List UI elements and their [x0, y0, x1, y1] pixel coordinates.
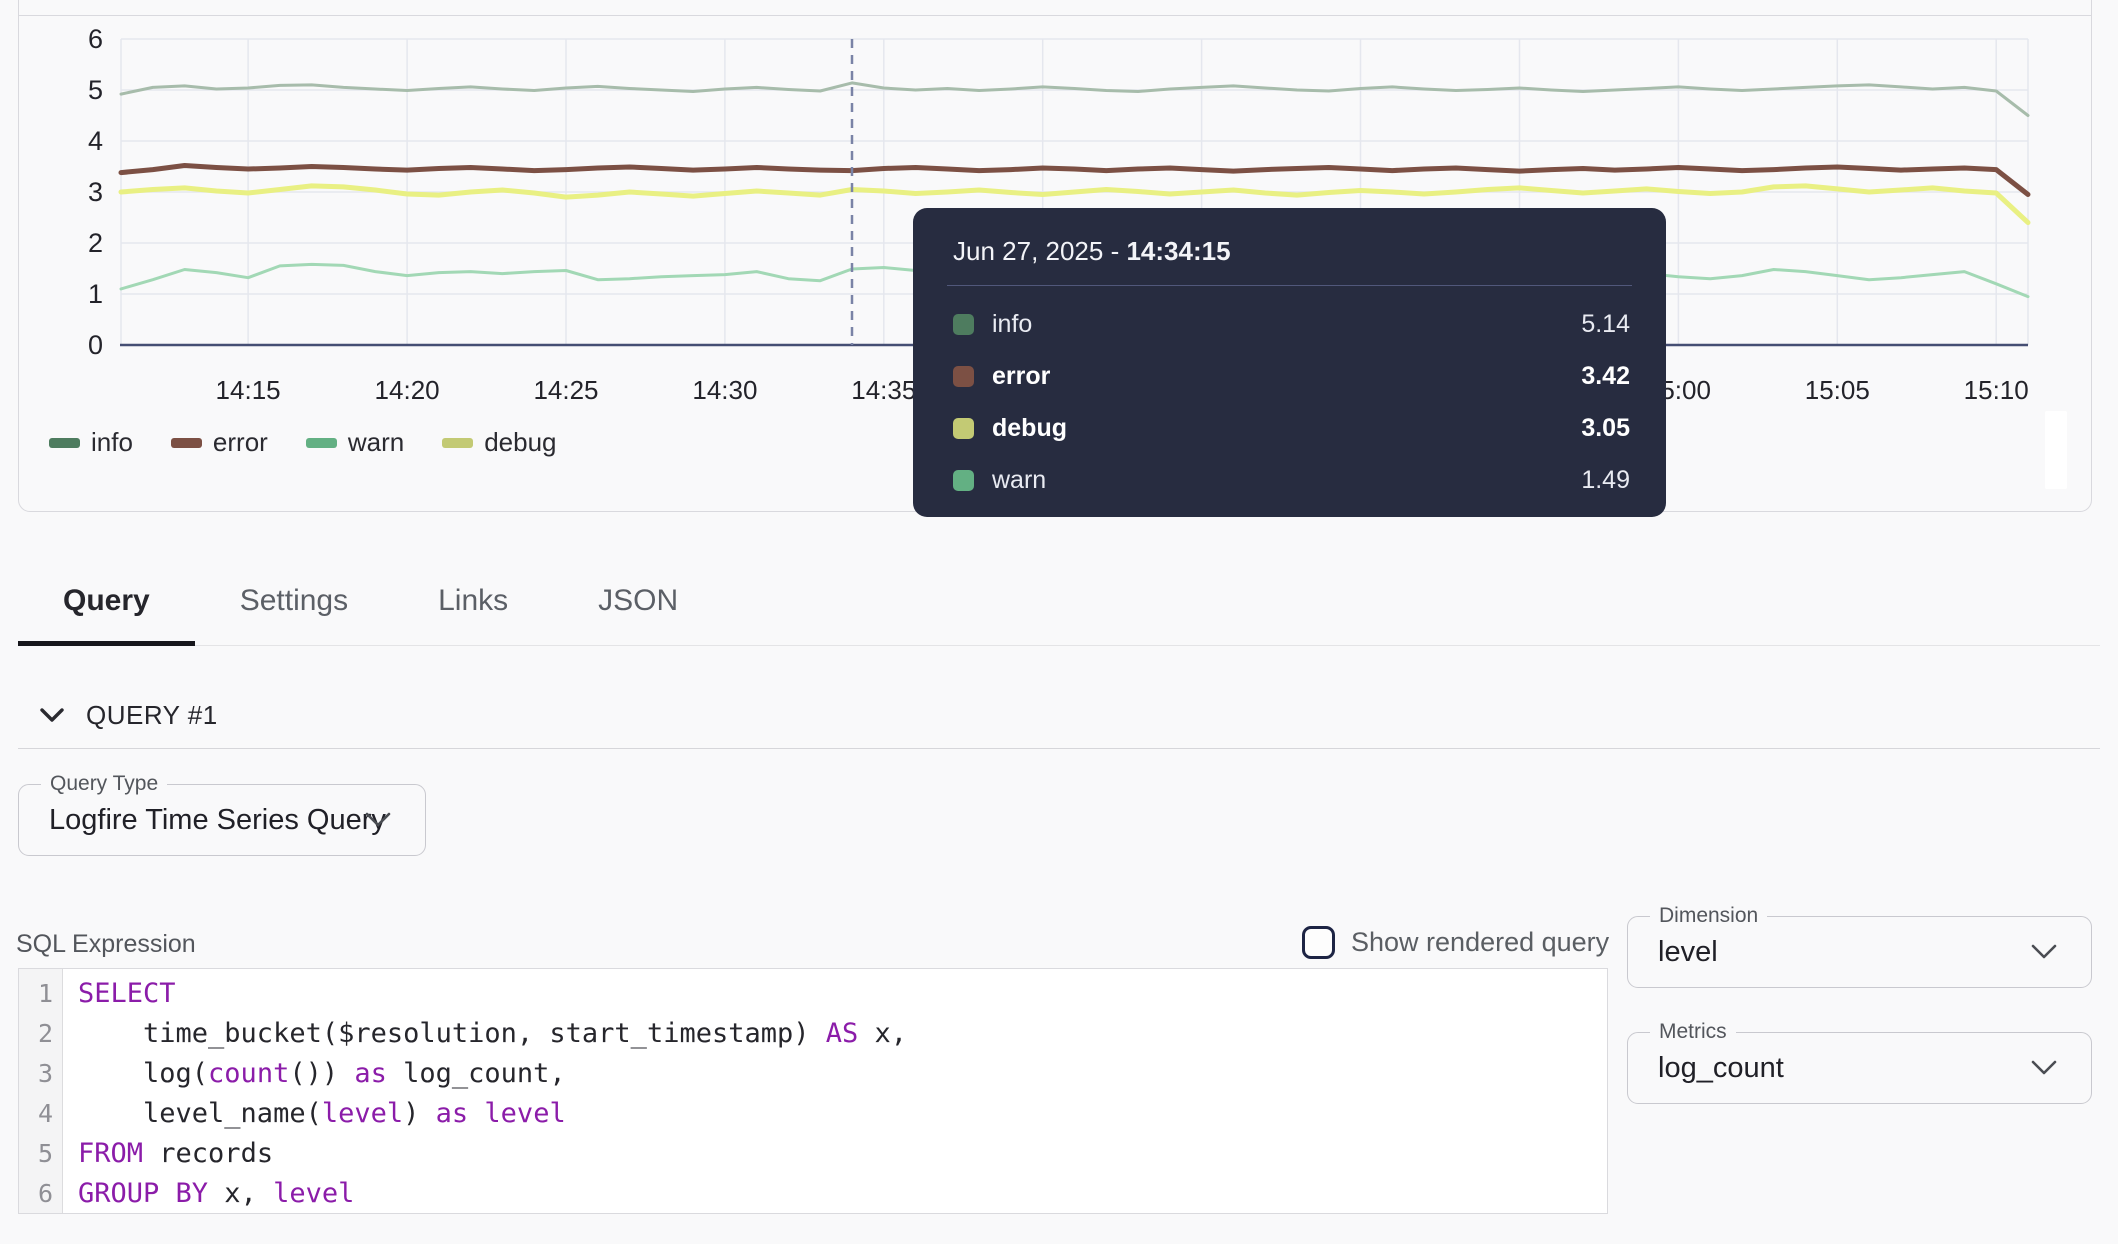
tab-links[interactable]: Links: [393, 578, 553, 644]
tooltip-series-value: 1.49: [1581, 466, 1630, 495]
legend-item-error[interactable]: error: [171, 427, 268, 458]
query-section-toggle[interactable]: QUERY #1: [40, 700, 218, 731]
legend-label: debug: [484, 427, 556, 458]
legend-label: info: [91, 427, 133, 458]
sql-gutter: 123456: [19, 969, 63, 1213]
series-swatch-icon: [953, 418, 974, 439]
dimension-label: Dimension: [1650, 904, 1767, 928]
tab-query[interactable]: Query: [18, 578, 195, 644]
query-type-value: Logfire Time Series Query: [19, 804, 386, 837]
series-swatch-icon: [953, 470, 974, 491]
series-swatch-icon: [953, 366, 974, 387]
query-type-select[interactable]: Query Type Logfire Time Series Query: [18, 784, 426, 856]
legend-item-debug[interactable]: debug: [442, 427, 556, 458]
svg-text:1: 1: [88, 279, 103, 309]
tooltip-time: 14:34:15: [1126, 236, 1230, 266]
tooltip-row-error: error 3.42: [947, 350, 1632, 402]
svg-text:15:05: 15:05: [1805, 375, 1870, 405]
metrics-label: Metrics: [1650, 1020, 1736, 1044]
line-number: 2: [19, 1014, 62, 1054]
tooltip-row-debug: debug 3.05: [947, 402, 1632, 454]
dimension-select[interactable]: Dimension level: [1627, 916, 2092, 988]
scrollbar-thumb[interactable]: [2045, 411, 2067, 489]
code-line: level_name(level) as level: [78, 1094, 907, 1134]
svg-text:2: 2: [88, 228, 103, 258]
tooltip-series-value: 3.05: [1581, 414, 1630, 443]
tooltip-series-label: info: [992, 310, 1032, 339]
dashboard-page: 14:1514:2014:2514:3014:3514:4014:4514:50…: [0, 0, 2118, 1244]
tooltip-timestamp: Jun 27, 2025 - 14:34:15: [947, 236, 1632, 267]
code-line: SELECT: [78, 974, 907, 1014]
series-swatch-icon: [953, 314, 974, 335]
show-rendered-query-checkbox[interactable]: [1302, 926, 1335, 959]
svg-text:14:30: 14:30: [692, 375, 757, 405]
legend-item-info[interactable]: info: [49, 427, 133, 458]
svg-text:5: 5: [88, 75, 103, 105]
tooltip-row-info: info 5.14: [947, 298, 1632, 350]
code-line: time_bucket($resolution, start_timestamp…: [78, 1014, 907, 1054]
tooltip-series-label: error: [992, 362, 1050, 391]
chevron-down-icon: [365, 812, 391, 828]
chevron-down-icon: [2031, 1060, 2057, 1076]
svg-text:4: 4: [88, 126, 103, 156]
line-number: 1: [19, 974, 62, 1014]
line-number: 4: [19, 1094, 62, 1134]
tab-settings[interactable]: Settings: [195, 578, 393, 644]
query-section-title: QUERY #1: [86, 700, 218, 731]
tab-json[interactable]: JSON: [553, 578, 723, 644]
code-line: FROM records: [78, 1134, 907, 1174]
tooltip-date: Jun 27, 2025 -: [953, 236, 1126, 266]
dimension-value: level: [1628, 936, 1718, 969]
tooltip-divider: [947, 285, 1632, 286]
tab-bar: QuerySettingsLinksJSON: [18, 578, 2100, 646]
tooltip-series-value: 3.42: [1581, 362, 1630, 391]
legend-swatch-icon: [306, 438, 337, 448]
chevron-down-icon: [2031, 944, 2057, 960]
legend-swatch-icon: [171, 438, 202, 448]
metrics-value: log_count: [1628, 1052, 1784, 1085]
svg-text:14:15: 14:15: [216, 375, 281, 405]
line-number: 5: [19, 1134, 62, 1174]
show-rendered-query-label: Show rendered query: [1351, 927, 1609, 958]
chart-legend: info error warn debug: [49, 427, 557, 458]
legend-swatch-icon: [49, 438, 80, 448]
svg-text:15:10: 15:10: [1964, 375, 2029, 405]
legend-label: error: [213, 427, 268, 458]
code-line: log(count()) as log_count,: [78, 1054, 907, 1094]
chart-tooltip: Jun 27, 2025 - 14:34:15 info 5.14 error 3.4…: [913, 208, 1666, 517]
legend-label: warn: [348, 427, 404, 458]
sql-code-editor[interactable]: 123456 SELECT time_bucket($resolution, s…: [18, 968, 1608, 1214]
svg-text:14:25: 14:25: [533, 375, 598, 405]
section-divider: [18, 748, 2100, 749]
tooltip-series-label: warn: [992, 466, 1046, 495]
query-type-label: Query Type: [41, 772, 167, 796]
show-rendered-query-row: Show rendered query: [1302, 926, 1609, 959]
tooltip-series-value: 5.14: [1581, 310, 1630, 339]
legend-swatch-icon: [442, 438, 473, 448]
sql-expression-label: SQL Expression: [16, 930, 196, 959]
svg-text:14:35: 14:35: [851, 375, 916, 405]
legend-item-warn[interactable]: warn: [306, 427, 404, 458]
svg-text:14:20: 14:20: [375, 375, 440, 405]
tooltip-series-label: debug: [992, 414, 1067, 443]
tooltip-row-warn: warn 1.49: [947, 454, 1632, 506]
tooltip-rows: info 5.14 error 3.42 debug 3.05 warn 1.49: [947, 298, 1632, 506]
metrics-select[interactable]: Metrics log_count: [1627, 1032, 2092, 1104]
line-number: 6: [19, 1174, 62, 1214]
chevron-down-icon: [40, 708, 64, 723]
svg-text:3: 3: [88, 177, 103, 207]
code-line: GROUP BY x, level: [78, 1174, 907, 1214]
svg-text:6: 6: [88, 24, 103, 54]
svg-text:0: 0: [88, 330, 103, 360]
line-number: 3: [19, 1054, 62, 1094]
sql-code-lines: SELECT time_bucket($resolution, start_ti…: [63, 969, 907, 1213]
